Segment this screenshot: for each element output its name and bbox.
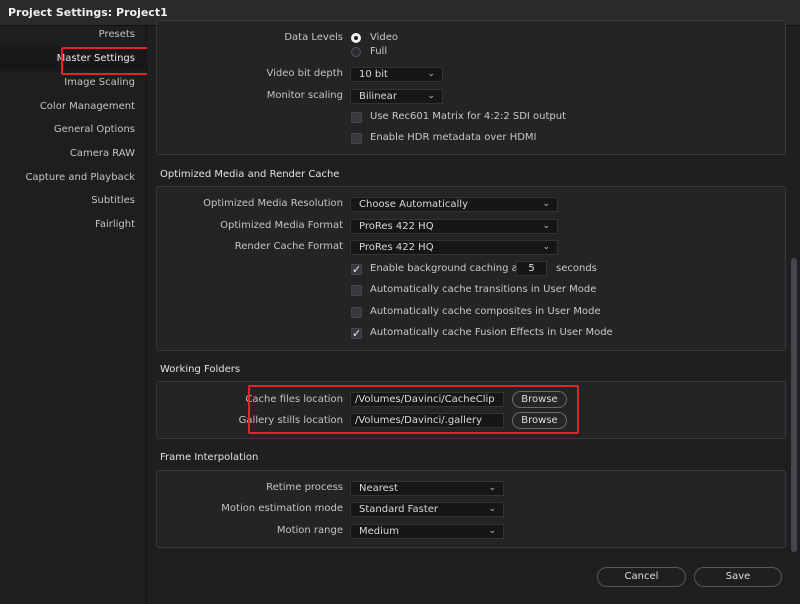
rec601-checkbox[interactable] — [351, 112, 362, 123]
video-bit-depth-dropdown[interactable]: 10 bit ⌄ — [350, 67, 443, 82]
cache-fusion-checkbox[interactable]: ✓ — [351, 328, 362, 339]
checkmark-icon: ✓ — [352, 327, 362, 340]
motion-estimation-label: Motion estimation mode — [221, 503, 343, 514]
working-folders-section-title: Working Folders — [160, 364, 241, 375]
frame-interpolation-section-title: Frame Interpolation — [160, 452, 259, 463]
data-levels-full-radio[interactable] — [351, 47, 361, 57]
motion-estimation-dropdown[interactable]: Standard Faster ⌄ — [350, 502, 504, 517]
motion-range-value: Medium — [359, 526, 399, 537]
optimized-media-resolution-dropdown[interactable]: Choose Automatically ⌄ — [350, 197, 558, 212]
background-caching-unit: seconds — [556, 263, 597, 274]
optimized-media-format-dropdown[interactable]: ProRes 422 HQ ⌄ — [350, 219, 558, 234]
settings-sidebar: Presets Master Settings Image Scaling Co… — [0, 26, 147, 604]
optimized-media-resolution-label: Optimized Media Resolution — [203, 198, 343, 209]
sidebar-item-camera-raw[interactable]: Camera RAW — [70, 142, 135, 166]
sidebar-item-fairlight[interactable]: Fairlight — [95, 213, 135, 237]
sidebar-item-capture-playback[interactable]: Capture and Playback — [25, 166, 135, 190]
render-cache-format-value: ProRes 422 HQ — [359, 242, 434, 253]
motion-estimation-value: Standard Faster — [359, 504, 439, 515]
background-caching-label: Enable background caching after — [370, 263, 536, 274]
optimized-media-section-title: Optimized Media and Render Cache — [160, 169, 340, 180]
cache-fusion-label: Automatically cache Fusion Effects in Us… — [370, 327, 613, 338]
cancel-button[interactable]: Cancel — [597, 567, 686, 587]
sidebar-item-color-management[interactable]: Color Management — [40, 95, 135, 119]
cache-transitions-label: Automatically cache transitions in User … — [370, 284, 597, 295]
background-caching-checkbox[interactable]: ✓ — [351, 264, 362, 275]
optimized-media-format-label: Optimized Media Format — [220, 220, 343, 231]
monitor-scaling-dropdown[interactable]: Bilinear ⌄ — [350, 89, 443, 104]
cache-composites-label: Automatically cache composites in User M… — [370, 306, 601, 317]
retime-process-dropdown[interactable]: Nearest ⌄ — [350, 481, 504, 496]
working-folders-highlight — [248, 385, 579, 434]
video-bit-depth-value: 10 bit — [359, 69, 388, 80]
content-scrollbar[interactable] — [791, 258, 797, 552]
data-levels-label: Data Levels — [284, 32, 343, 43]
cache-transitions-checkbox[interactable] — [351, 285, 362, 296]
hdr-metadata-checkbox[interactable] — [351, 133, 362, 144]
selected-item-highlight — [61, 47, 150, 75]
motion-range-dropdown[interactable]: Medium ⌄ — [350, 524, 504, 539]
retime-process-value: Nearest — [359, 483, 398, 494]
data-levels-video-label: Video — [370, 32, 399, 43]
background-caching-seconds-input[interactable]: 5 — [516, 261, 547, 276]
checkmark-icon: ✓ — [352, 263, 362, 276]
sidebar-item-presets[interactable]: Presets — [99, 23, 135, 47]
data-levels-video-radio[interactable] — [351, 33, 361, 43]
save-button[interactable]: Save — [694, 567, 782, 587]
chevron-down-icon: ⌄ — [488, 526, 496, 536]
render-cache-format-label: Render Cache Format — [234, 241, 343, 252]
rec601-label: Use Rec601 Matrix for 4:2:2 SDI output — [370, 111, 567, 122]
chevron-down-icon: ⌄ — [542, 221, 550, 231]
data-levels-full-label: Full — [370, 46, 388, 57]
chevron-down-icon: ⌄ — [488, 504, 496, 514]
video-bit-depth-label: Video bit depth — [266, 68, 343, 79]
sidebar-item-general-options[interactable]: General Options — [54, 118, 135, 142]
sidebar-item-subtitles[interactable]: Subtitles — [91, 189, 135, 213]
chevron-down-icon: ⌄ — [488, 483, 496, 493]
monitor-scaling-value: Bilinear — [359, 91, 397, 102]
cache-composites-checkbox[interactable] — [351, 307, 362, 318]
monitor-scaling-label: Monitor scaling — [266, 90, 343, 101]
hdr-metadata-label: Enable HDR metadata over HDMI — [370, 132, 537, 143]
chevron-down-icon: ⌄ — [427, 69, 435, 79]
retime-process-label: Retime process — [266, 482, 343, 493]
chevron-down-icon: ⌄ — [427, 91, 435, 101]
chevron-down-icon: ⌄ — [542, 199, 550, 209]
chevron-down-icon: ⌄ — [542, 242, 550, 252]
optimized-media-resolution-value: Choose Automatically — [359, 199, 468, 210]
optimized-media-format-value: ProRes 422 HQ — [359, 221, 434, 232]
motion-range-label: Motion range — [276, 525, 343, 536]
render-cache-format-dropdown[interactable]: ProRes 422 HQ ⌄ — [350, 240, 558, 255]
